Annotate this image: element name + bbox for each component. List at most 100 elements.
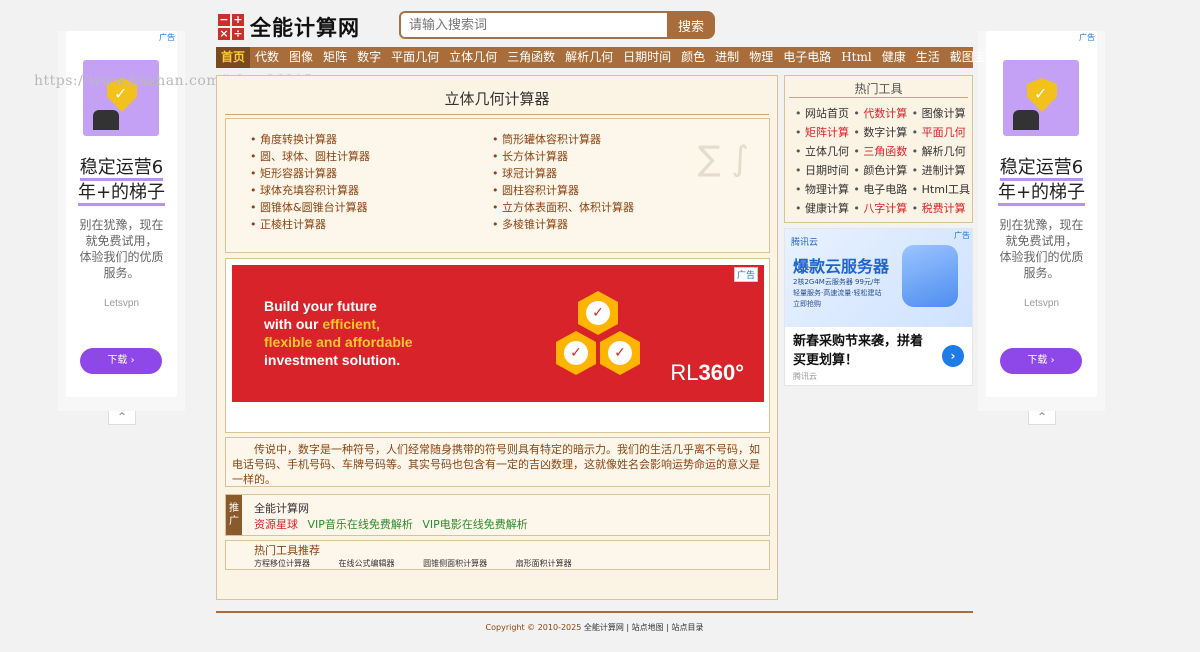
right-ad-download-button[interactable]: 下载 ›: [1000, 348, 1082, 374]
calculator-link[interactable]: 圆锥体&圆锥台计算器: [250, 199, 370, 216]
site-name: 全能计算网: [250, 16, 360, 40]
nav-item-3[interactable]: 矩阵: [318, 47, 352, 68]
sidebar-tool-link[interactable]: 物理计算: [795, 182, 853, 198]
search-input[interactable]: [399, 11, 667, 39]
ad-mark: 广告: [954, 231, 970, 240]
hot-tools-box: 热门工具推荐 方程移位计算器 在线公式编辑器 圆锥侧面积计算器 扇形面积计算器: [225, 540, 770, 570]
tencent-cloud-logo: 腾讯云: [791, 238, 819, 248]
nav-item-1[interactable]: 代数: [250, 47, 284, 68]
promo-title: 全能计算网: [254, 502, 309, 515]
footer-directory-link[interactable]: 站点目录: [671, 623, 703, 632]
cloud-ad-details: 2核2G4M云服务器 99元/年 轻量服务·高速流量·轻松建站 立即抢购: [793, 278, 882, 308]
calculator-link[interactable]: 矩形容器计算器: [250, 165, 370, 182]
search-button[interactable]: 搜索: [667, 11, 715, 39]
left-ad-brand: Letsvpn: [103, 298, 140, 309]
calculator-link[interactable]: 球冠计算器: [492, 165, 634, 182]
footer-sitemap-link[interactable]: 站点地图: [632, 623, 664, 632]
person-icon: [1013, 110, 1039, 130]
sidebar-tool-link[interactable]: 颜色计算: [853, 163, 911, 179]
nav-item-8[interactable]: 解析几何: [560, 47, 618, 68]
hot-tool-link[interactable]: 扇形面积计算器: [516, 559, 572, 568]
sidebar-tool-link[interactable]: 图像计算: [912, 106, 970, 122]
cloud-server-ad[interactable]: 腾讯云 爆款云服务器 2核2G4M云服务器 99元/年 轻量服务·高速流量·轻松建…: [784, 228, 973, 386]
person-icon: [93, 110, 119, 130]
sidebar-tool-link[interactable]: 立体几何: [795, 144, 853, 160]
calculator-link[interactable]: 圆柱容积计算器: [492, 182, 634, 199]
arrow-right-icon[interactable]: ›: [942, 345, 964, 367]
investment-ad-banner[interactable]: Build your future with our efficient, fl…: [225, 258, 770, 433]
promo-links: 资源星球 VIP音乐在线免费解析 VIP电影在线免费解析: [254, 516, 534, 532]
sidebar-tool-link[interactable]: 数字计算: [853, 125, 911, 141]
nav-item-12[interactable]: 物理: [744, 47, 778, 68]
sidebar-tool-link[interactable]: 网站首页: [795, 106, 853, 122]
calculator-link[interactable]: 多棱锥计算器: [492, 216, 634, 233]
right-ad-collapse-toggle[interactable]: ^: [1028, 411, 1056, 425]
right-ad-card[interactable]: 广告 ✓ 稳定运营6 年+的梯子 别在犹豫，现在 就免费试用， 体验我们的优质 服务。 …: [986, 31, 1097, 397]
cloud-ad-headline: 新春采购节来袭，拼着买更划算！: [793, 334, 924, 368]
right-ad-brand: Letsvpn: [1023, 298, 1060, 309]
calculator-link[interactable]: 立方体表面积、体积计算器: [492, 199, 634, 216]
description-text: 传说中，数字是一种符号，人们经常随身携带的符号则具有特定的暗示力。我们的生活几乎…: [225, 437, 770, 487]
promo-tag: 推广: [226, 495, 242, 535]
nav-item-0[interactable]: 首页: [216, 47, 251, 68]
shield-icon: ✓: [1027, 78, 1057, 112]
hot-tools-title: 热门工具推荐: [254, 544, 320, 557]
nav-item-9[interactable]: 日期时间: [618, 47, 676, 68]
hot-tool-link[interactable]: 圆锥侧面积计算器: [423, 559, 487, 568]
calculator-link[interactable]: 圆、球体、圆柱计算器: [250, 148, 370, 165]
promo-link[interactable]: 资源星球: [254, 518, 298, 531]
sidebar-tool-grid: 网站首页代数计算图像计算矩阵计算数字计算平面几何立体几何三角函数解析几何日期时间…: [795, 106, 970, 217]
calculator-link[interactable]: 球体充填容积计算器: [250, 182, 370, 199]
sidebar-tool-link[interactable]: 进制计算: [912, 163, 970, 179]
sidebar-tool-link[interactable]: 日期时间: [795, 163, 853, 179]
ad-mark[interactable]: 广告: [733, 267, 758, 282]
vpn-app-icon: ✓: [83, 60, 159, 136]
check-hex-icon: ✓: [578, 291, 618, 335]
hot-tool-link[interactable]: 在线公式编辑器: [339, 559, 395, 568]
nav-item-10[interactable]: 颜色: [676, 47, 710, 68]
main-nav: 首页 代数 图像 矩阵 数字 平面几何 立体几何 三角函数 解析几何 日期时间 颜色 进制 物理 电子电路…: [216, 47, 986, 68]
sidebar-tool-link[interactable]: Html工具: [912, 182, 970, 198]
nav-item-2[interactable]: 图像: [284, 47, 318, 68]
cloud-server-illustration: [902, 245, 958, 307]
footer-divider: [216, 611, 973, 613]
promo-box: 推广 全能计算网 资源星球 VIP音乐在线免费解析 VIP电影在线免费解析: [225, 494, 770, 536]
nav-item-7[interactable]: 三角函数: [502, 47, 560, 68]
nav-item-13[interactable]: 电子电路: [778, 47, 836, 68]
site-logo[interactable]: − + × ÷ 全能计算网: [218, 12, 360, 42]
nav-item-4[interactable]: 数字: [352, 47, 386, 68]
sidebar-tool-link[interactable]: 三角函数: [853, 144, 911, 160]
sidebar-tool-link[interactable]: 矩阵计算: [795, 125, 853, 141]
calculator-link[interactable]: 筒形罐体容积计算器: [492, 131, 634, 148]
nav-item-17[interactable]: 截图宝: [945, 47, 991, 68]
calculator-link[interactable]: 正棱柱计算器: [250, 216, 370, 233]
left-ad-download-button[interactable]: 下载 ›: [80, 348, 162, 374]
ad-creative[interactable]: Build your future with our efficient, fl…: [232, 265, 764, 402]
sidebar-tool-link[interactable]: 电子电路: [853, 182, 911, 198]
copyright: Copyright © 2010-2025: [485, 623, 582, 632]
sidebar-title: 热门工具: [854, 82, 903, 96]
sidebar-tool-link[interactable]: 解析几何: [912, 144, 970, 160]
calculator-link[interactable]: 长方体计算器: [492, 148, 634, 165]
hot-tool-link[interactable]: 方程移位计算器: [254, 559, 310, 568]
nav-item-14[interactable]: Html: [836, 47, 877, 68]
nav-item-6[interactable]: 立体几何: [444, 47, 502, 68]
nav-item-5[interactable]: 平面几何: [386, 47, 444, 68]
left-ad-collapse-toggle[interactable]: ^: [108, 411, 136, 425]
sidebar-tool-link[interactable]: 八字计算: [853, 201, 911, 217]
promo-link[interactable]: VIP音乐在线免费解析: [308, 518, 413, 531]
sidebar-tool-link[interactable]: 健康计算: [795, 201, 853, 217]
sidebar-tool-link[interactable]: 代数计算: [853, 106, 911, 122]
calculator-link[interactable]: 角度转换计算器: [250, 131, 370, 148]
ad-headline: Build your future with our efficient, fl…: [264, 298, 413, 368]
left-ad-body: 别在犹豫，现在 就免费试用， 体验我们的优质 服务。: [79, 218, 164, 280]
sidebar-tool-link[interactable]: 税费计算: [912, 201, 970, 217]
nav-item-15[interactable]: 健康: [877, 47, 911, 68]
footer: Copyright © 2010-2025 全能计算网 | 站点地图 | 站点目…: [485, 623, 704, 632]
left-ad-headline: 稳定运营6 年+的梯子: [66, 155, 177, 206]
sidebar-tool-link[interactable]: 平面几何: [912, 125, 970, 141]
promo-link[interactable]: VIP电影在线免费解析: [422, 518, 527, 531]
footer-site-link[interactable]: 全能计算网: [584, 623, 624, 632]
nav-item-16[interactable]: 生活: [911, 47, 945, 68]
nav-item-11[interactable]: 进制: [710, 47, 744, 68]
